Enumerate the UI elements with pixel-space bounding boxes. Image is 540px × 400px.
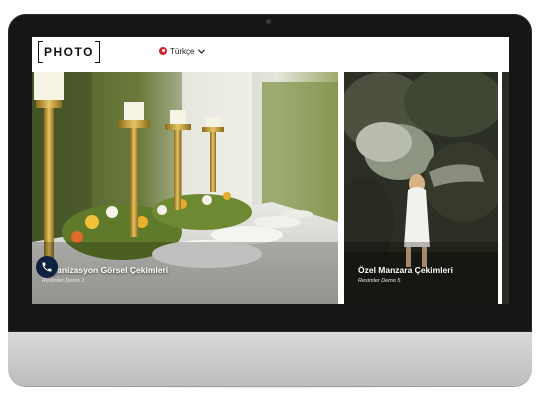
phone-icon [42,262,52,272]
turkey-flag-icon [159,47,167,55]
call-button[interactable] [36,256,58,278]
monitor-chin [8,332,532,386]
slide-subtitle: Resimler Demo 1 [42,278,85,284]
slide-title[interactable]: Özel Manzara Çekimleri [358,265,453,275]
slide-title[interactable]: Organizasyon Görsel Çekimleri [42,265,168,275]
slide-organization[interactable]: Organizasyon Görsel Çekimleri Resimler D… [32,72,338,304]
site-header: PHOTO Türkçe [32,37,509,72]
site-logo[interactable]: PHOTO [38,41,100,63]
slide-next-peek[interactable] [502,72,509,304]
logo-text: PHOTO [44,45,94,59]
monitor-screen: PHOTO Türkçe Organizasyon Görsel Çekimle… [32,37,509,304]
logo-bracket-right [94,41,100,63]
webcam [266,19,271,24]
language-label: Türkçe [170,46,195,56]
slide-subtitle: Resimler Demo 5 [358,278,401,284]
chevron-down-icon [198,48,206,54]
logo-bracket-left [38,41,43,63]
slide-landscape[interactable]: Özel Manzara Çekimleri Resimler Demo 5 [344,72,498,304]
gallery-slider: Organizasyon Görsel Çekimleri Resimler D… [32,72,509,304]
language-selector[interactable]: Türkçe [159,42,206,60]
